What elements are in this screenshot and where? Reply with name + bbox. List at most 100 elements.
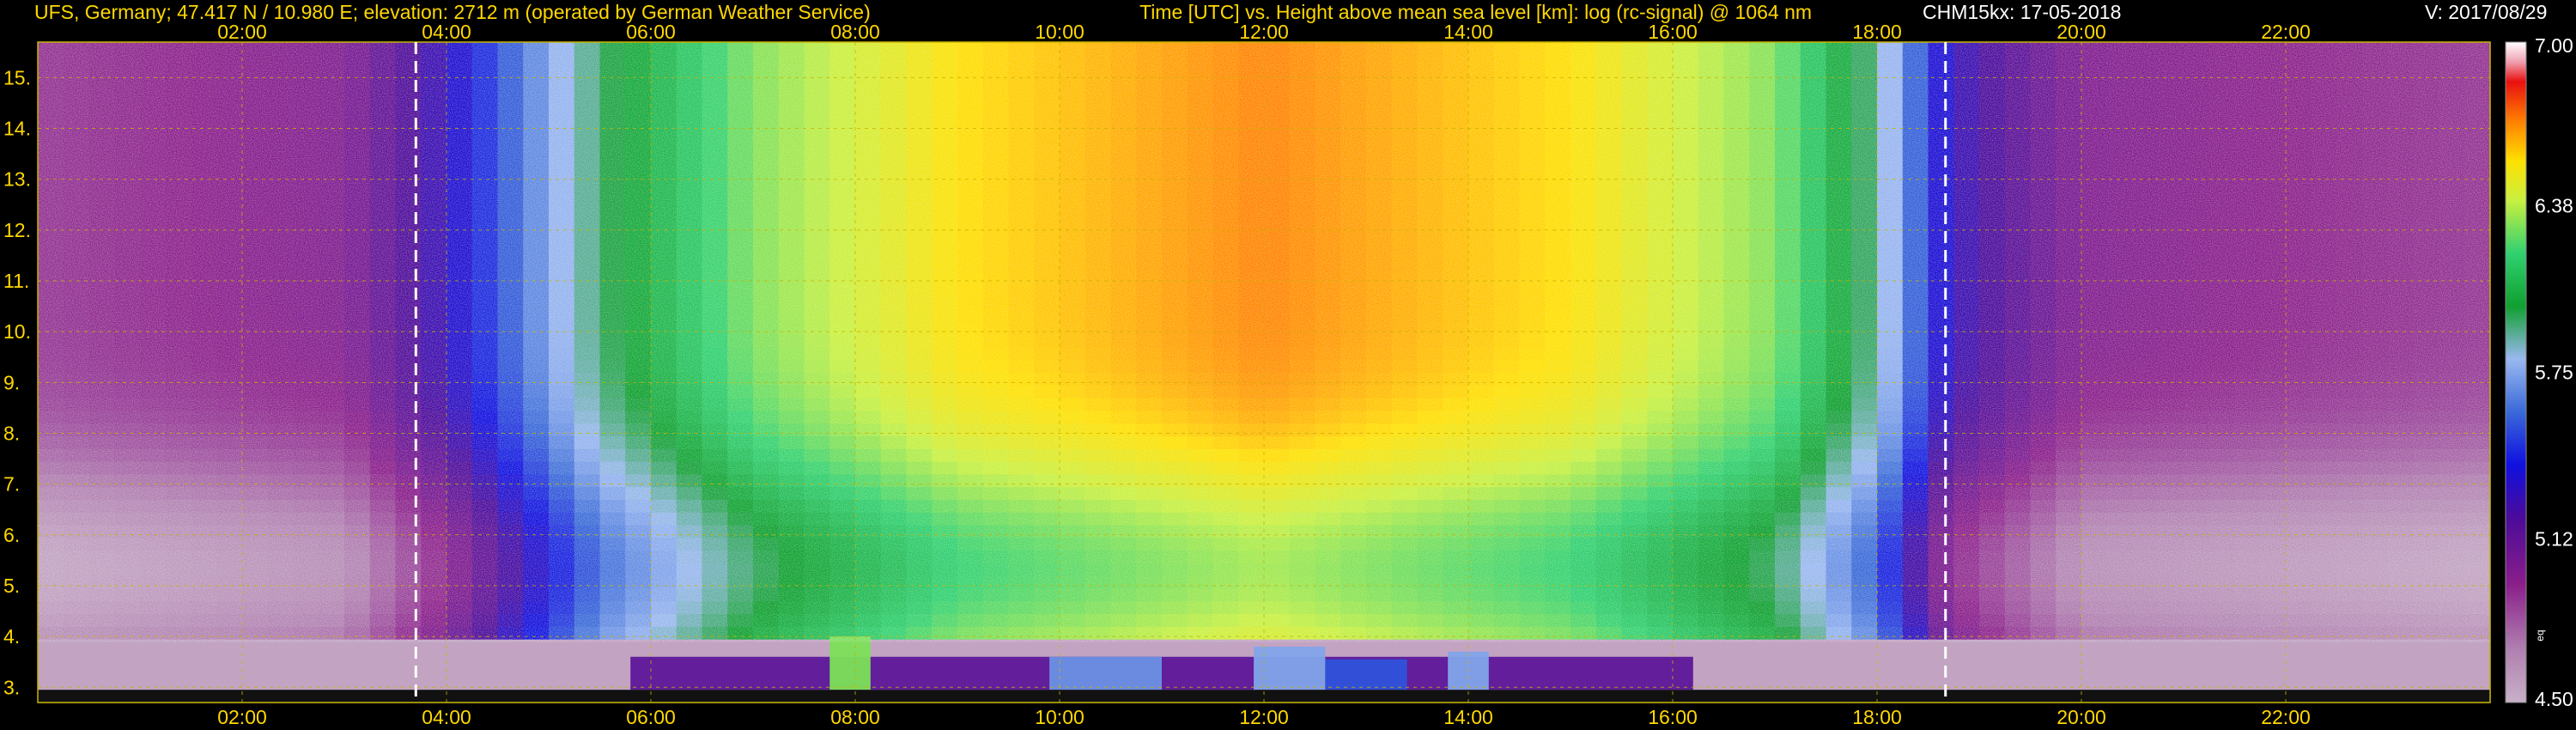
heat-cell bbox=[2158, 651, 2184, 666]
heat-cell bbox=[2286, 651, 2312, 666]
heat-cell bbox=[165, 651, 192, 666]
heat-cell bbox=[447, 677, 473, 690]
heat-cell bbox=[1800, 664, 1827, 678]
heat-cell bbox=[114, 677, 141, 690]
heat-cell bbox=[165, 664, 192, 678]
heat-cell bbox=[293, 651, 319, 666]
heat-cell bbox=[344, 677, 371, 690]
heat-cell bbox=[191, 677, 217, 690]
heat-cell bbox=[421, 664, 447, 678]
heat-cell bbox=[2132, 677, 2159, 690]
heat-cell bbox=[1877, 664, 1904, 678]
heat-cell bbox=[1698, 651, 1725, 666]
heat-cell bbox=[1928, 664, 1954, 678]
heat-cell bbox=[2286, 664, 2312, 678]
heat-cell bbox=[2081, 677, 2108, 690]
heat-cell bbox=[2158, 664, 2184, 678]
heat-cell bbox=[63, 664, 90, 678]
heat-cell bbox=[1723, 664, 1750, 678]
heat-cell bbox=[2336, 677, 2363, 690]
heat-cell bbox=[2132, 651, 2159, 666]
heat-cell bbox=[2004, 651, 2032, 666]
heat-cell bbox=[1698, 664, 1725, 678]
heat-cell bbox=[2208, 651, 2236, 666]
heat-cell bbox=[293, 677, 319, 690]
heat-cell bbox=[2081, 664, 2108, 678]
heat-cell bbox=[1749, 651, 1776, 666]
heat-cell bbox=[395, 677, 422, 690]
heat-cell bbox=[319, 664, 345, 678]
aerosol-patch bbox=[1254, 646, 1326, 690]
heat-cell bbox=[191, 651, 217, 666]
heat-cell bbox=[1928, 677, 1954, 690]
heat-cell bbox=[2413, 677, 2440, 690]
heat-cell bbox=[369, 677, 397, 690]
heat-cell bbox=[2030, 677, 2057, 690]
aerosol-patch bbox=[1049, 656, 1162, 690]
heat-cell bbox=[2004, 664, 2032, 678]
heat-cell bbox=[574, 677, 601, 690]
heat-cell bbox=[2106, 664, 2134, 678]
heat-cell bbox=[293, 664, 319, 678]
heat-cell bbox=[421, 677, 447, 690]
heat-cell bbox=[63, 651, 90, 666]
heat-cell bbox=[2311, 651, 2338, 666]
heat-cell bbox=[1979, 677, 2006, 690]
heat-cell bbox=[471, 664, 499, 678]
heat-cell bbox=[2106, 677, 2134, 690]
heat-cell bbox=[549, 677, 575, 690]
heat-cell bbox=[2439, 651, 2465, 666]
heat-cell bbox=[1902, 651, 1929, 666]
heat-cell bbox=[344, 651, 371, 666]
heat-cell bbox=[319, 677, 345, 690]
heat-cell bbox=[1851, 677, 1878, 690]
heat-cell bbox=[369, 664, 397, 678]
heat-cell bbox=[2464, 664, 2491, 678]
heat-cell bbox=[1928, 651, 1954, 666]
heat-cell bbox=[599, 664, 626, 678]
heat-cell bbox=[242, 664, 269, 678]
heat-cell bbox=[447, 664, 473, 678]
heat-cell bbox=[2030, 651, 2057, 666]
heat-cell bbox=[1775, 677, 1801, 690]
heat-cell bbox=[2004, 677, 2032, 690]
heat-cell bbox=[2184, 651, 2210, 666]
heat-cell bbox=[2311, 664, 2338, 678]
heat-cell bbox=[2132, 664, 2159, 678]
heat-cell bbox=[88, 664, 115, 678]
heat-cell bbox=[2464, 677, 2491, 690]
heat-cell bbox=[88, 651, 115, 666]
heat-cell bbox=[2184, 677, 2210, 690]
heat-cell bbox=[395, 664, 422, 678]
heat-cell bbox=[599, 651, 626, 666]
heat-cell bbox=[471, 651, 499, 666]
heat-cell bbox=[1902, 664, 1929, 678]
chart-canvas: 02:0002:0004:0004:0006:0006:0008:0008:00… bbox=[3, 21, 2573, 728]
heat-cell bbox=[1749, 664, 1776, 678]
heat-cell bbox=[216, 664, 243, 678]
heat-cell bbox=[2056, 677, 2082, 690]
heat-cell bbox=[523, 651, 550, 666]
heat-cell bbox=[1749, 677, 1776, 690]
heat-cell bbox=[2439, 677, 2465, 690]
heat-cell bbox=[1877, 677, 1904, 690]
heat-cell bbox=[2439, 664, 2465, 678]
heat-cell bbox=[1877, 651, 1904, 666]
heat-cell bbox=[2464, 651, 2491, 666]
heat-cell bbox=[2056, 664, 2082, 678]
heat-cell bbox=[114, 664, 141, 678]
heat-cell bbox=[471, 677, 499, 690]
heat-cell bbox=[369, 651, 397, 666]
heat-cell bbox=[191, 664, 217, 678]
heat-cell bbox=[2362, 664, 2389, 678]
heat-cell bbox=[216, 677, 243, 690]
heat-cell bbox=[140, 664, 167, 678]
heat-cell bbox=[1826, 664, 1852, 678]
heat-cell bbox=[497, 651, 524, 666]
heat-cell bbox=[2388, 677, 2415, 690]
heat-cell bbox=[497, 677, 524, 690]
heat-cell bbox=[267, 651, 295, 666]
heat-cell bbox=[1723, 677, 1750, 690]
heat-cell bbox=[2234, 677, 2261, 690]
heat-cell bbox=[1979, 664, 2006, 678]
